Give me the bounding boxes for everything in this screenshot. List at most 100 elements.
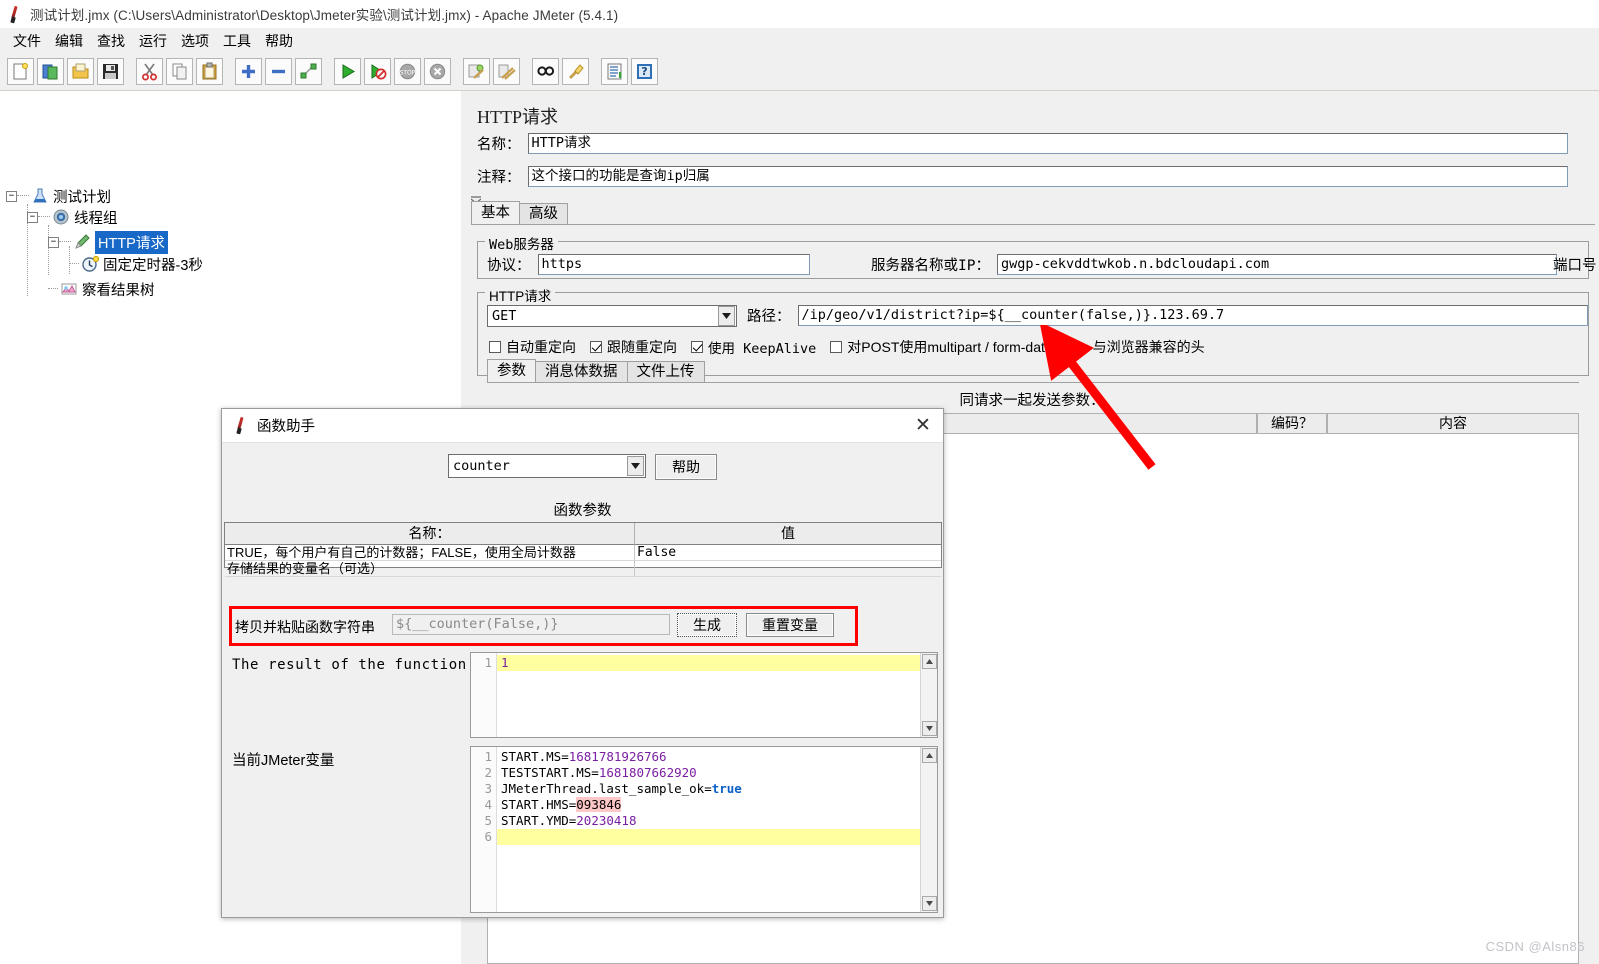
menu-file[interactable]: 文件 bbox=[6, 28, 48, 54]
path-row: 路径： bbox=[747, 305, 1588, 326]
cut-icon[interactable] bbox=[136, 58, 163, 85]
variables-editor[interactable]: 1 2 3 4 5 6 START.MS=1681781926766 TESTS… bbox=[470, 746, 938, 913]
paste-icon[interactable] bbox=[196, 58, 223, 85]
scroll-down-icon[interactable] bbox=[921, 721, 937, 736]
table-row[interactable]: 存储结果的变量名（可选） bbox=[225, 561, 941, 577]
scroll-up-icon[interactable] bbox=[921, 748, 937, 763]
checkbox-follow-redirects[interactable]: 跟随重定向 bbox=[590, 337, 677, 357]
menu-search[interactable]: 查找 bbox=[90, 28, 132, 54]
table-row[interactable]: TRUE，每个用户有自己的计数器；FALSE，使用全局计数器 False bbox=[225, 545, 941, 561]
menu-options[interactable]: 选项 bbox=[174, 28, 216, 54]
help-icon[interactable]: ? bbox=[631, 58, 658, 85]
menu-tools[interactable]: 工具 bbox=[216, 28, 258, 54]
dialog-title-bar: 函数助手 ✕ bbox=[222, 409, 943, 443]
generate-button[interactable]: 生成 bbox=[677, 613, 737, 637]
variable-line: START.YMD=20230418 bbox=[501, 813, 637, 828]
result-code[interactable]: 1 bbox=[497, 653, 920, 737]
window-title: 测试计划.jmx (C:\Users\Administrator\Desktop… bbox=[30, 8, 619, 23]
protocol-input[interactable] bbox=[537, 254, 810, 275]
save-icon[interactable] bbox=[97, 58, 124, 85]
checkbox-auto-redirect[interactable]: 自动重定向 bbox=[489, 337, 576, 357]
scroll-up-icon[interactable] bbox=[921, 654, 937, 669]
tree-node-constant-timer[interactable]: 固定定时器-3秒 bbox=[69, 253, 203, 275]
menu-bar: 文件 编辑 查找 运行 选项 工具 帮助 bbox=[0, 28, 1599, 53]
subtab-parameters[interactable]: 参数 bbox=[487, 359, 536, 383]
search-icon[interactable] bbox=[532, 58, 559, 85]
page-title: HTTP请求 bbox=[477, 107, 558, 127]
start-no-pauses-icon[interactable] bbox=[364, 58, 391, 85]
new-icon[interactable] bbox=[7, 58, 34, 85]
expand-all-icon[interactable] bbox=[235, 58, 262, 85]
checkbox-multipart[interactable]: 对POST使用multipart / form-data bbox=[830, 337, 1053, 357]
reset-search-icon[interactable] bbox=[562, 58, 589, 85]
checkbox-box[interactable] bbox=[830, 341, 843, 353]
watermark: CSDN @Alsn86 bbox=[1485, 939, 1585, 954]
jmeter-feather-icon bbox=[234, 417, 247, 434]
svg-text:STOP: STOP bbox=[400, 70, 416, 77]
subtab-file-upload[interactable]: 文件上传 bbox=[626, 361, 705, 383]
path-input[interactable] bbox=[797, 305, 1588, 326]
server-input[interactable] bbox=[996, 254, 1557, 275]
method-combo[interactable]: GET bbox=[487, 305, 737, 327]
scroll-down-icon[interactable] bbox=[921, 896, 937, 911]
start-icon[interactable] bbox=[334, 58, 361, 85]
chevron-down-icon[interactable] bbox=[627, 456, 644, 476]
clear-icon[interactable] bbox=[463, 58, 490, 85]
variables-scrollbar[interactable] bbox=[920, 747, 937, 912]
tree-expander-test-plan[interactable]: − bbox=[6, 190, 17, 202]
tree-node-view-results-tree[interactable]: 察看结果树 bbox=[48, 278, 155, 300]
params-col-encode[interactable]: 编码？ bbox=[1257, 413, 1327, 434]
checkbox-box[interactable] bbox=[489, 341, 501, 353]
templates-icon[interactable] bbox=[37, 58, 64, 85]
checkbox-box[interactable] bbox=[691, 341, 703, 353]
checkbox-browser-compatible-headers[interactable]: 与浏览器兼容的头 bbox=[1093, 337, 1205, 357]
menu-help[interactable]: 帮助 bbox=[258, 28, 300, 54]
tree-expander-http-request[interactable]: − bbox=[48, 236, 59, 248]
param-value-0[interactable]: False bbox=[635, 545, 941, 561]
name-input[interactable] bbox=[527, 133, 1568, 154]
stop-icon[interactable]: STOP bbox=[394, 58, 421, 85]
result-scrollbar[interactable] bbox=[920, 653, 937, 737]
tree-node-http-request[interactable]: − HTTP请求 bbox=[48, 230, 168, 254]
function-select[interactable]: counter bbox=[448, 454, 646, 478]
tree-node-thread-group[interactable]: − 线程组 bbox=[27, 206, 118, 228]
variables-code[interactable]: START.MS=1681781926766 TESTSTART.MS=1681… bbox=[497, 747, 920, 912]
function-params-col-value[interactable]: 值 bbox=[635, 523, 941, 545]
comment-input[interactable] bbox=[527, 166, 1568, 187]
chevron-down-icon[interactable] bbox=[718, 306, 735, 326]
tree-expander-thread-group[interactable]: − bbox=[27, 211, 38, 223]
reset-variable-button[interactable]: 重置变量 bbox=[746, 613, 834, 637]
function-helper-icon[interactable] bbox=[601, 58, 628, 85]
shutdown-icon[interactable] bbox=[424, 58, 451, 85]
http-sampler-icon bbox=[73, 233, 91, 251]
tree-label-constant-timer: 固定定时器-3秒 bbox=[103, 257, 203, 274]
open-icon[interactable] bbox=[67, 58, 94, 85]
clear-all-icon[interactable] bbox=[493, 58, 520, 85]
subtab-body-data[interactable]: 消息体数据 bbox=[535, 361, 628, 383]
menu-run[interactable]: 运行 bbox=[132, 28, 174, 54]
function-helper-dialog[interactable]: 函数助手 ✕ counter 帮助 函数参数 名称： 值 TRUE，每个用户有自… bbox=[221, 408, 944, 918]
help-button[interactable]: 帮助 bbox=[655, 454, 717, 480]
params-col-content[interactable]: 内容 bbox=[1327, 413, 1579, 434]
copy-icon[interactable] bbox=[166, 58, 193, 85]
tree-node-test-plan[interactable]: − 测试计划 bbox=[6, 185, 111, 207]
main-tabs[interactable]: 基本 高级 bbox=[471, 201, 568, 225]
close-icon[interactable]: ✕ bbox=[903, 409, 943, 443]
result-label: The result of the function is bbox=[232, 657, 494, 673]
tab-basic[interactable]: 基本 bbox=[471, 201, 520, 225]
result-editor[interactable]: 1 1 bbox=[470, 652, 938, 738]
param-value-1[interactable] bbox=[635, 561, 941, 577]
function-params-col-name[interactable]: 名称： bbox=[225, 523, 635, 545]
split-handle[interactable] bbox=[470, 192, 482, 204]
menu-edit[interactable]: 编辑 bbox=[48, 28, 90, 54]
param-name-0: TRUE，每个用户有自己的计数器；FALSE，使用全局计数器 bbox=[225, 545, 635, 561]
checkbox-box[interactable] bbox=[590, 341, 602, 353]
checkbox-keepalive[interactable]: 使用 KeepAlive bbox=[691, 337, 816, 357]
checkbox-label: 对POST使用multipart / form-data bbox=[847, 339, 1053, 355]
collapse-all-icon[interactable] bbox=[265, 58, 292, 85]
toggle-icon[interactable] bbox=[295, 58, 322, 85]
function-params-table[interactable]: 名称： 值 TRUE，每个用户有自己的计数器；FALSE，使用全局计数器 Fal… bbox=[224, 522, 942, 577]
function-string-input[interactable] bbox=[392, 614, 670, 635]
request-subtabs[interactable]: 参数 消息体数据 文件上传 bbox=[487, 359, 705, 383]
tab-advanced[interactable]: 高级 bbox=[519, 203, 568, 225]
